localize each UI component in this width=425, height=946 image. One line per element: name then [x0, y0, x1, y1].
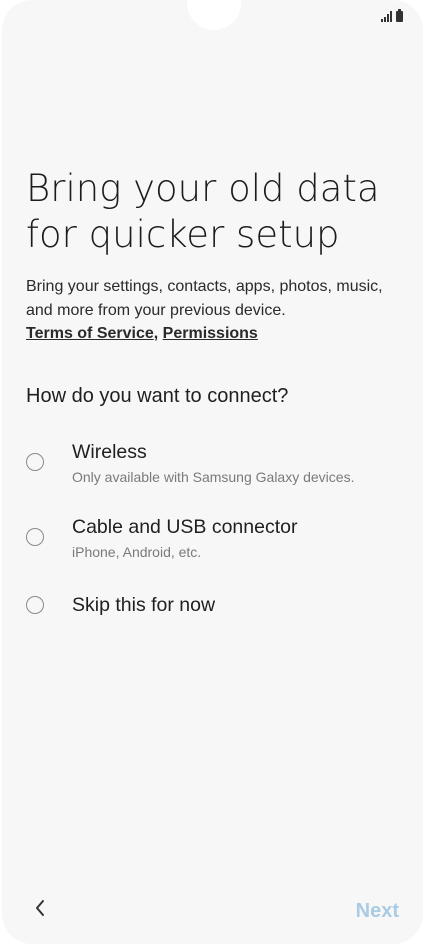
option-cable-usb[interactable]: Cable and USB connector iPhone, Android,… — [24, 516, 404, 576]
connect-question: How do you want to connect? — [26, 385, 289, 407]
option-skip[interactable]: Skip this for now — [24, 594, 404, 624]
back-button[interactable] — [30, 896, 50, 920]
page-description: Bring your settings, contacts, apps, pho… — [26, 278, 383, 319]
option-wireless[interactable]: Wireless Only available with Samsung Gal… — [24, 441, 404, 501]
wireless-radio[interactable] — [26, 453, 44, 471]
option-sublabel: Only available with Samsung Galaxy devic… — [72, 469, 355, 485]
option-label: Cable and USB connector — [72, 516, 298, 538]
status-bar — [381, 8, 403, 22]
camera-notch — [187, 0, 241, 30]
skip-radio[interactable] — [26, 596, 44, 614]
setup-screen: Bring your old data for quicker setup Br… — [2, 0, 423, 944]
link-separator: , — [153, 325, 159, 342]
option-label: Skip this for now — [72, 594, 216, 616]
permissions-link[interactable]: Permissions — [163, 325, 258, 342]
next-button[interactable]: Next — [356, 900, 399, 923]
signal-icon — [381, 10, 392, 22]
option-label: Wireless — [72, 441, 147, 463]
battery-icon — [396, 9, 403, 22]
chevron-left-icon — [36, 900, 44, 916]
option-sublabel: iPhone, Android, etc. — [72, 544, 202, 560]
legal-links: Terms of Service, Permissions — [26, 323, 258, 345]
cable-usb-radio[interactable] — [26, 528, 44, 546]
page-title: Bring your old data for quicker setup — [26, 167, 380, 256]
terms-of-service-link[interactable]: Terms of Service — [26, 325, 154, 342]
